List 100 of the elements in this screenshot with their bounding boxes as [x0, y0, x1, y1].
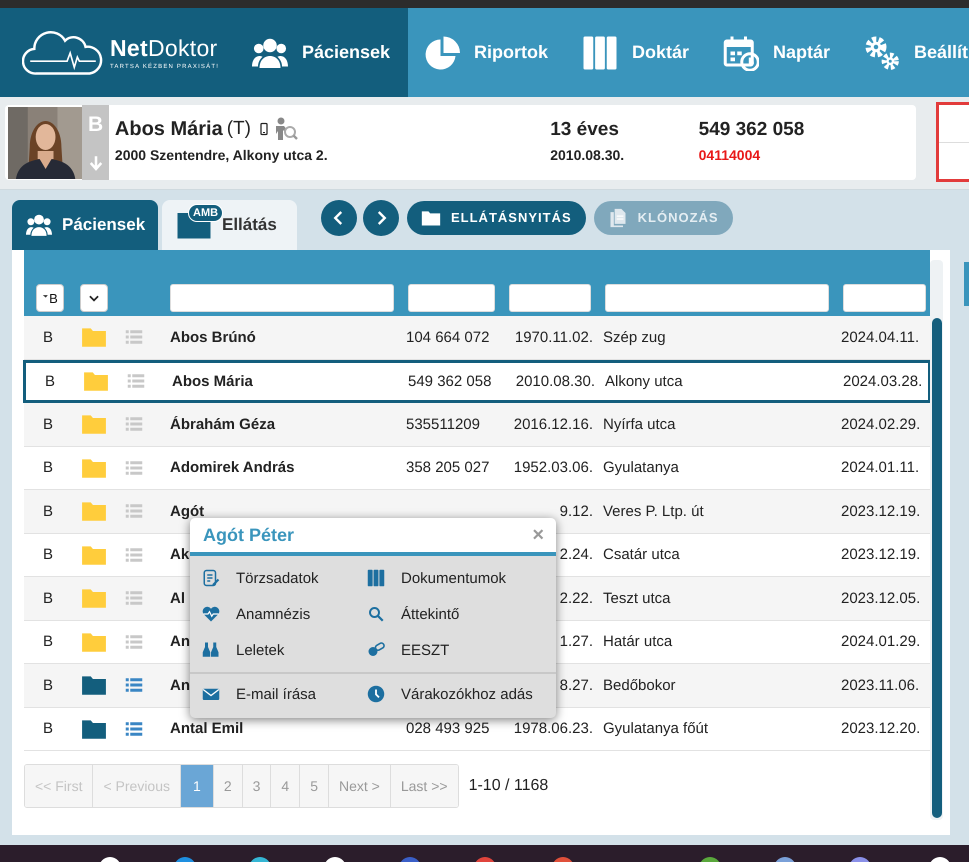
- status-cell: B: [42, 676, 53, 694]
- birth-date-cell: 2.24.: [560, 546, 593, 564]
- tab[interactable]: AMB Ellátás: [162, 200, 297, 250]
- birth-date-cell: 9.12.: [560, 502, 593, 520]
- address-cell: Nyírfa utca: [603, 416, 676, 433]
- patient-name-cell: Ábrahám Géza: [170, 416, 276, 433]
- address-cell: Csatár utca: [603, 546, 680, 564]
- patient-name-cell: Abos Brúnó: [170, 328, 256, 346]
- filter-field[interactable]: [170, 284, 394, 312]
- next-button[interactable]: [363, 200, 399, 236]
- nav-item[interactable]: Naptár: [707, 8, 848, 97]
- address-cell: Gyulatanya: [603, 459, 679, 476]
- logo-text: NetDoktor: [110, 35, 219, 62]
- nav-item[interactable]: Doktár: [566, 8, 708, 97]
- page-button[interactable]: Last >>: [390, 765, 458, 807]
- flasks-icon: [202, 641, 220, 659]
- list-icon[interactable]: [124, 720, 144, 738]
- page-button[interactable]: 1: [181, 765, 214, 807]
- patient-name-cell: Al: [170, 590, 185, 607]
- form-icon: [202, 569, 220, 587]
- nav-item[interactable]: Beállít: [848, 8, 969, 97]
- address-cell: Bedőbokor: [603, 676, 676, 694]
- birth-date-cell: 1978.06.23.: [514, 720, 593, 738]
- menu-item[interactable]: EESZT: [367, 632, 450, 668]
- side-tab[interactable]: [964, 262, 969, 306]
- pie-chart-icon: [424, 34, 460, 70]
- selected-row[interactable]: B Abos Mária 549 362 058 2010.08.30. Alkony utca 2024.03.28.: [23, 360, 931, 403]
- visit-date-cell: 2024.02.29.: [841, 416, 920, 433]
- page-button[interactable]: 5: [300, 765, 329, 807]
- status-cell: B: [42, 416, 53, 433]
- page-button[interactable]: Next >: [329, 765, 391, 807]
- patient-name-cell: Agót: [170, 502, 204, 520]
- birth-date: 2010.08.30.: [550, 147, 626, 163]
- visit-date-cell: 2023.11.06.: [841, 676, 920, 694]
- visit-date-cell: 2024.01.11.: [841, 459, 920, 476]
- status-filter[interactable]: B: [36, 284, 64, 312]
- close-button[interactable]: ×: [530, 524, 546, 546]
- patient-name-cell: An: [170, 676, 190, 694]
- heart-pulse-icon: [202, 605, 220, 623]
- list-icon[interactable]: [124, 632, 144, 651]
- previous-button[interactable]: [321, 200, 357, 236]
- person-search-icon: [274, 117, 298, 141]
- filter-field[interactable]: [605, 284, 829, 312]
- taj-cell: 104 664 072: [406, 328, 490, 346]
- filter-field[interactable]: [843, 284, 926, 312]
- menu-item[interactable]: Törzsadatok: [202, 560, 319, 596]
- action-button[interactable]: ELLÁTÁSNYITÁS: [407, 200, 586, 234]
- documents-icon: [608, 208, 628, 228]
- patient-name: Abos Mária: [114, 118, 223, 140]
- menu-item[interactable]: Dokumentumok: [367, 560, 506, 596]
- menu-item[interactable]: Anamnézis: [202, 596, 310, 632]
- filter-field[interactable]: [408, 284, 495, 312]
- address-cell: Veres P. Ltp. út: [603, 502, 704, 520]
- birth-date-cell: 8.27.: [560, 676, 593, 694]
- taj-cell: 549 362 058: [408, 372, 492, 390]
- taj-cell: 358 205 027: [406, 459, 490, 476]
- taj-number: 549 362 058: [698, 119, 806, 141]
- list-icon[interactable]: [124, 676, 144, 694]
- filter-field[interactable]: [509, 284, 591, 312]
- page-button[interactable]: 2: [214, 765, 243, 807]
- birth-date-cell: 1952.03.06.: [514, 459, 593, 476]
- visit-date-cell: 2024.01.29.: [841, 633, 920, 650]
- menu-item[interactable]: Várakozókhoz adás: [367, 676, 533, 712]
- status-cell: B: [42, 328, 53, 346]
- people-icon: [24, 212, 54, 238]
- nav-item[interactable]: Páciensek: [250, 8, 408, 97]
- menu-item[interactable]: Leletek: [202, 632, 284, 668]
- address-cell: Gyulatanya főút: [603, 720, 708, 738]
- list-icon[interactable]: [124, 546, 144, 564]
- list-icon[interactable]: [124, 458, 144, 477]
- nav-item[interactable]: Riportok: [408, 8, 566, 97]
- patient-name-cell: Antal Emil: [170, 720, 244, 738]
- list-icon[interactable]: [126, 372, 146, 390]
- clock-icon: [367, 685, 385, 703]
- status-cell: B: [42, 590, 53, 607]
- folder-filter[interactable]: [80, 284, 108, 312]
- birth-date-cell: 1970.11.02.: [514, 328, 593, 346]
- status-cell: B: [42, 720, 53, 738]
- page-button[interactable]: 3: [242, 765, 272, 807]
- birth-date-cell: 1.27.: [560, 633, 593, 650]
- search-icon: [367, 605, 385, 623]
- patient-name-cell: Abos Mária: [172, 372, 253, 390]
- scrollbar-thumb[interactable]: [932, 318, 942, 818]
- binders-icon: [582, 34, 618, 70]
- menu-item[interactable]: Áttekintő: [367, 596, 460, 632]
- birth-date-cell: 2010.08.30.: [516, 372, 595, 390]
- visit-date-cell: 2024.03.28.: [843, 372, 922, 390]
- menu-item[interactable]: E-mail írása: [202, 676, 316, 712]
- address-cell: Alkony utca: [605, 372, 683, 390]
- tab[interactable]: Páciensek: [12, 200, 158, 250]
- page-summary: 1-10 / 1168: [468, 777, 548, 795]
- status-cell: B: [42, 502, 53, 520]
- visit-date-cell: 2023.12.19.: [841, 502, 920, 520]
- badge: AMB: [188, 204, 224, 222]
- visit-date-cell: 2024.04.11.: [841, 328, 920, 346]
- page-button[interactable]: 4: [271, 765, 300, 807]
- patient-name-cell: Ak: [170, 546, 190, 564]
- cloud-logo-icon: [22, 30, 104, 76]
- menu-title: Agót Péter: [203, 524, 294, 546]
- binders-icon: [367, 569, 385, 587]
